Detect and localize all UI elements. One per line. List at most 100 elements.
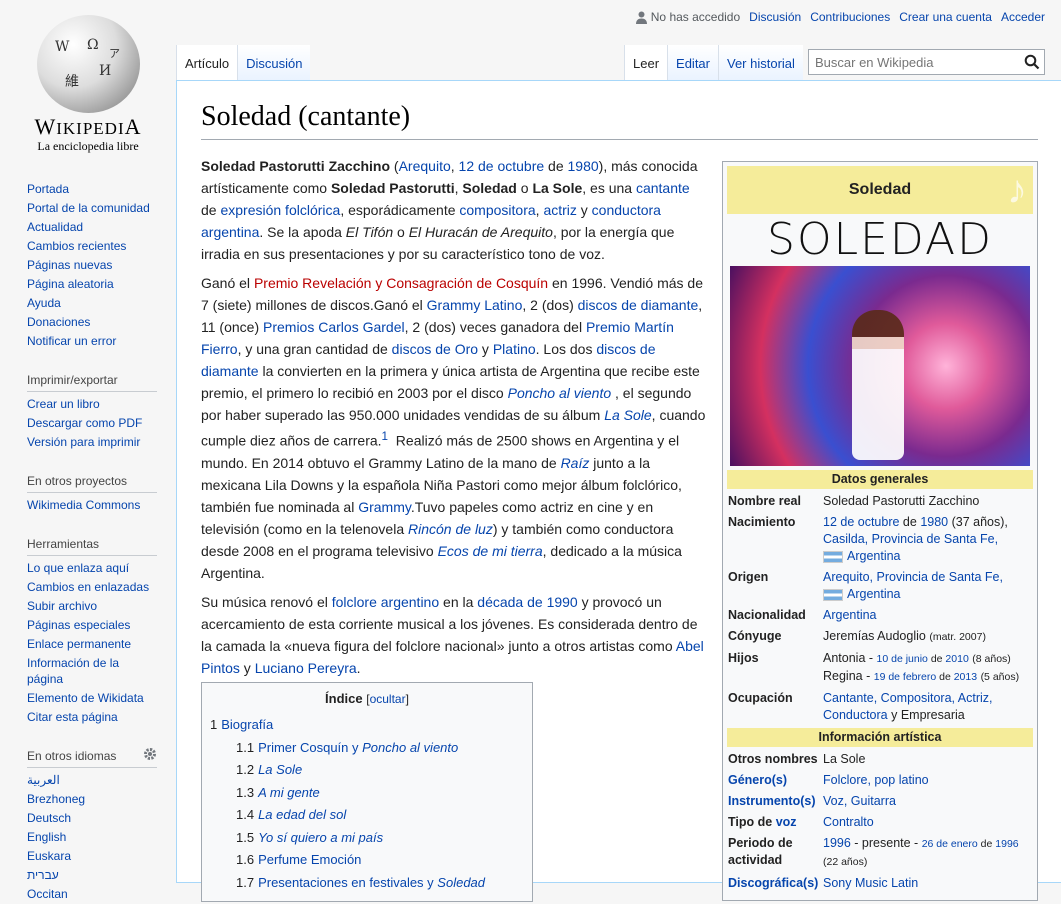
link-folk[interactable]: expresión folclórica: [220, 202, 340, 218]
toc-entry[interactable]: 1.3 A mi gente: [210, 782, 524, 805]
label-link[interactable]: Sony Music Latin: [823, 876, 918, 890]
tab-discussion[interactable]: Discusión: [237, 45, 311, 80]
link-oro[interactable]: discos de Oro: [392, 341, 478, 357]
contributions-link[interactable]: Contribuciones: [810, 10, 890, 24]
login-link[interactable]: Acceder: [1001, 10, 1045, 24]
toc-link[interactable]: La Sole: [258, 762, 302, 777]
link-la-sole[interactable]: La Sole: [604, 407, 651, 423]
sidebar-item[interactable]: Descargar como PDF: [27, 414, 157, 433]
artist-photo[interactable]: [730, 266, 1030, 466]
row-key-link[interactable]: Discográfica(s): [727, 875, 823, 892]
link-cantante[interactable]: cantante: [636, 180, 690, 196]
link-folclore-arg[interactable]: folclore argentino: [332, 594, 439, 610]
toc-entry[interactable]: 1.2 La Sole: [210, 759, 524, 782]
language-link[interactable]: עברית: [27, 866, 157, 885]
toc-link[interactable]: Yo sí quiero a mi país: [258, 830, 383, 845]
link-actriz[interactable]: actriz: [543, 202, 576, 218]
sidebar-item[interactable]: Cambios en enlazadas: [27, 578, 157, 597]
sidebar-item[interactable]: Portada: [27, 180, 157, 199]
toc-link[interactable]: La edad del sol: [258, 807, 346, 822]
sidebar-item[interactable]: Elemento de Wikidata: [27, 689, 157, 708]
gear-icon[interactable]: [143, 747, 157, 761]
toc-entry[interactable]: 1.1 Primer Cosquín y Poncho al viento: [210, 737, 524, 760]
toc-link[interactable]: Biografía: [221, 717, 273, 732]
sidebar-item[interactable]: Versión para imprimir: [27, 433, 157, 452]
child-date-link[interactable]: 19 de febrero: [874, 671, 936, 683]
sidebar-item[interactable]: Cambios recientes: [27, 237, 157, 256]
toc-entry[interactable]: 1.4 La edad del sol: [210, 804, 524, 827]
active-date-link[interactable]: 26 de enero: [922, 838, 978, 850]
search-input[interactable]: [808, 49, 1045, 75]
link-compositora[interactable]: compositora: [459, 202, 535, 218]
tab-history[interactable]: Ver historial: [718, 45, 803, 80]
link-arequito[interactable]: Arequito: [399, 158, 451, 174]
sidebar-item[interactable]: Wikimedia Commons: [27, 496, 157, 515]
toc-link[interactable]: Presentaciones en festivales y Soledad: [258, 875, 485, 890]
language-link[interactable]: Euskara: [27, 847, 157, 866]
link-platino[interactable]: Platino: [493, 341, 536, 357]
row-key-link[interactable]: Instrumento(s): [727, 793, 823, 810]
sidebar-item[interactable]: Lo que enlaza aquí: [27, 559, 157, 578]
instrument-link[interactable]: Voz, Guitarra: [823, 794, 896, 808]
toc-entry[interactable]: 1.6 Perfume Emoción: [210, 849, 524, 872]
link-diamante[interactable]: discos de diamante: [578, 297, 699, 313]
sidebar-item[interactable]: Notificar un error: [27, 332, 157, 351]
language-link[interactable]: Brezhoneg: [27, 790, 157, 809]
link-1980[interactable]: 1980: [568, 158, 599, 174]
tab-article[interactable]: Artículo: [176, 45, 238, 81]
language-link[interactable]: English: [27, 828, 157, 847]
birth-date-link[interactable]: 12 de octubre: [823, 515, 899, 529]
sidebar-item[interactable]: Crear un libro: [27, 395, 157, 414]
active-year-link[interactable]: 1996: [823, 836, 851, 850]
toc-hide-link[interactable]: ocultar: [370, 692, 406, 706]
sidebar-item[interactable]: Enlace permanente: [27, 635, 157, 654]
child-year-link[interactable]: 2013: [954, 671, 977, 683]
sidebar-item[interactable]: Páginas nuevas: [27, 256, 157, 275]
link-luciano[interactable]: Luciano Pereyra: [255, 660, 357, 676]
link-poncho[interactable]: Poncho al viento: [508, 385, 612, 401]
link-ecos[interactable]: Ecos de mi tierra: [438, 543, 543, 559]
toc-entry[interactable]: 1.5 Yo sí quiero a mi país: [210, 827, 524, 850]
child-year-link[interactable]: 2010: [945, 653, 968, 665]
sidebar-item[interactable]: Páginas especiales: [27, 616, 157, 635]
tab-edit[interactable]: Editar: [667, 45, 718, 80]
sidebar-item[interactable]: Actualidad: [27, 218, 157, 237]
language-link[interactable]: Occitan: [27, 885, 157, 904]
sidebar-item[interactable]: Citar esta página: [27, 708, 157, 727]
birth-country-link[interactable]: Argentina: [847, 549, 901, 563]
toc-entry[interactable]: 1 Biografía: [210, 714, 524, 737]
origin-country-link[interactable]: Argentina: [847, 587, 901, 601]
voice-link[interactable]: voz: [776, 815, 797, 829]
voice-type-link[interactable]: Contralto: [823, 815, 874, 829]
link-gardel[interactable]: Premios Carlos Gardel: [263, 319, 405, 335]
sidebar-item[interactable]: Subir archivo: [27, 597, 157, 616]
sidebar-item[interactable]: Portal de la comunidad: [27, 199, 157, 218]
ref-1[interactable]: 1: [382, 430, 388, 443]
wikipedia-logo[interactable]: WΩИ維ア WIKIPEDIA La enciclopedia libre: [0, 0, 176, 170]
birth-place-link[interactable]: Casilda, Provincia de Santa Fe,: [823, 532, 998, 546]
language-link[interactable]: العربية: [27, 771, 157, 790]
toc-link[interactable]: Primer Cosquín y Poncho al viento: [258, 740, 458, 755]
language-link[interactable]: Deutsch: [27, 809, 157, 828]
nationality-link[interactable]: Argentina: [823, 608, 877, 622]
talk-link[interactable]: Discusión: [749, 10, 801, 24]
sidebar-item[interactable]: Donaciones: [27, 313, 157, 332]
child-date-link[interactable]: 10 de junio: [877, 653, 928, 665]
link-birthdate[interactable]: 12 de octubre: [459, 158, 545, 174]
toc-link[interactable]: Perfume Emoción: [258, 852, 361, 867]
active-year2-link[interactable]: 1996: [995, 838, 1018, 850]
toc-link[interactable]: A mi gente: [258, 785, 320, 800]
search-icon[interactable]: [1024, 54, 1040, 70]
link-raiz[interactable]: Raíz: [561, 455, 590, 471]
tab-read[interactable]: Leer: [624, 45, 668, 81]
link-grammy[interactable]: Grammy: [358, 499, 411, 515]
link-decada-1990[interactable]: década de 1990: [477, 594, 577, 610]
sidebar-item[interactable]: Información de la página: [27, 655, 137, 687]
row-key-link[interactable]: Género(s): [727, 772, 823, 789]
birth-year-link[interactable]: 1980: [920, 515, 948, 529]
origin-link[interactable]: Arequito, Provincia de Santa Fe,: [823, 570, 1003, 584]
link-grammy-latino[interactable]: Grammy Latino: [427, 297, 523, 313]
link-premio-cosquin[interactable]: Premio Revelación y Consagración de Cosq…: [254, 275, 548, 291]
sidebar-item[interactable]: Página aleatoria: [27, 275, 157, 294]
genre-link[interactable]: Folclore, pop latino: [823, 773, 929, 787]
